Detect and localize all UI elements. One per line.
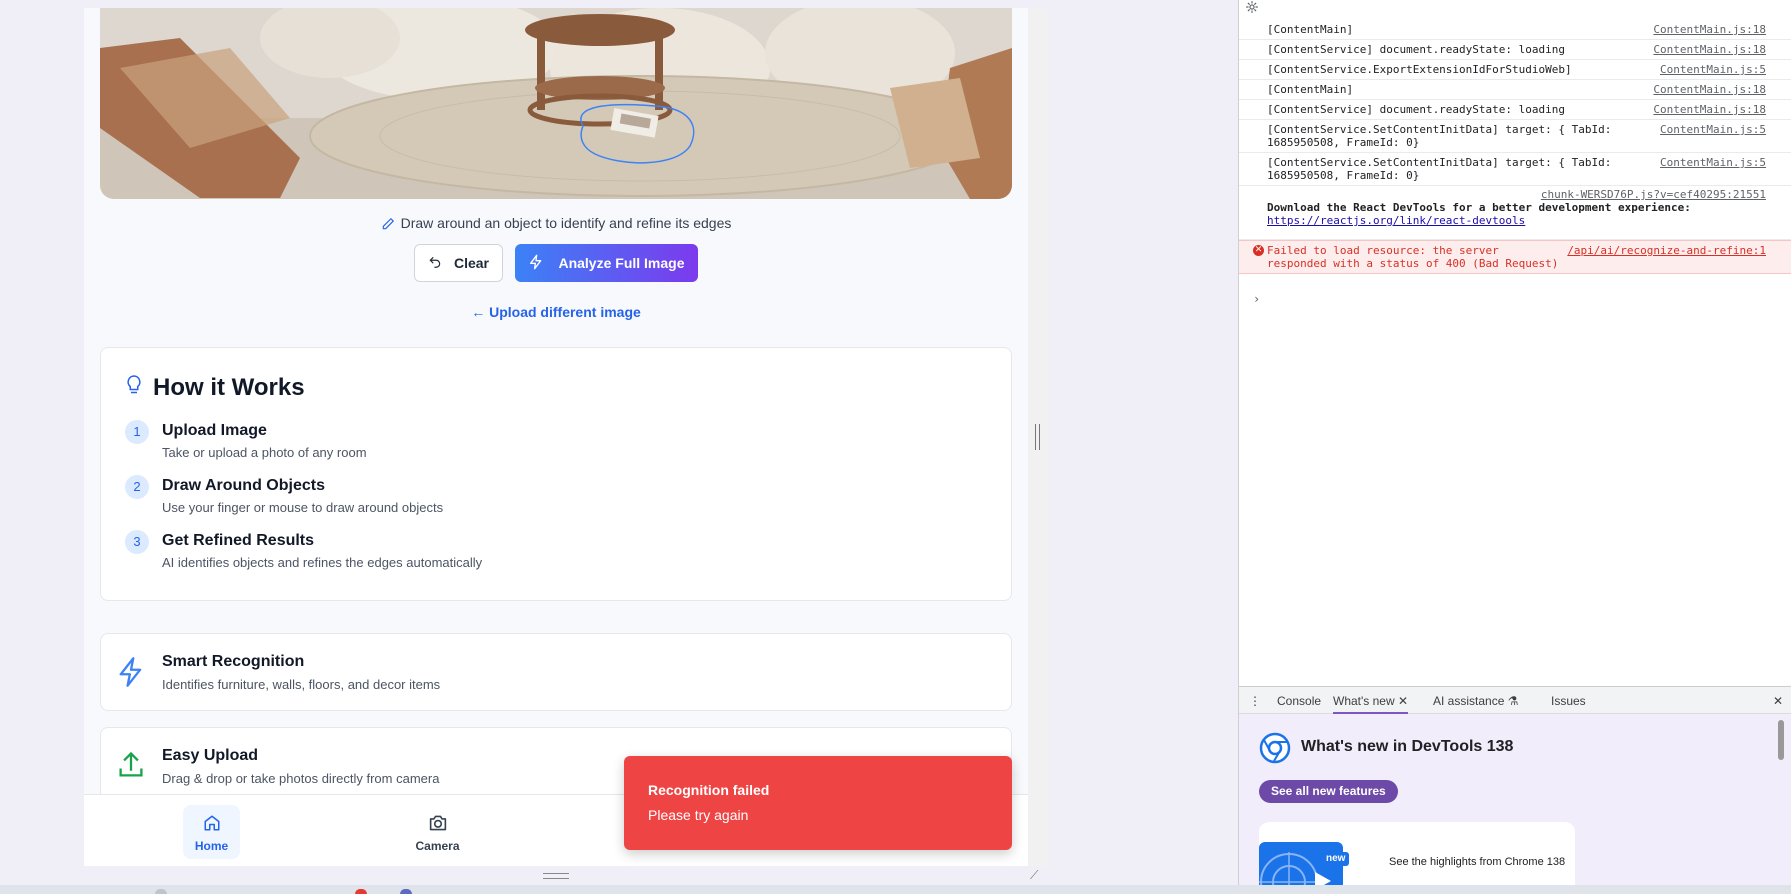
gear-icon[interactable]: [1245, 0, 1259, 19]
devtools-drawer-tabs: ⋮ Console What's new ✕ AI assistance ⚗ I…: [1239, 686, 1791, 714]
tab-whats-new-label: What's new: [1333, 694, 1395, 708]
console-log-entry: [ContentService.SetContentInitData] targ…: [1239, 120, 1791, 153]
whats-new-drawer: What's new in DevTools 138 See all new f…: [1239, 714, 1791, 885]
log-source-link[interactable]: ContentMain.js:5: [1660, 123, 1766, 136]
clear-button-label: Clear: [453, 255, 490, 271]
pencil-icon: [381, 217, 395, 234]
close-drawer-icon[interactable]: ✕: [1773, 694, 1783, 708]
feature-title: Smart Recognition: [162, 653, 305, 670]
console-log-entry: [ContentService.ExportExtensionIdForStud…: [1239, 60, 1791, 80]
step-title: Upload Image: [162, 422, 267, 439]
draw-hint-text: Draw around an object to identify and re…: [400, 215, 732, 231]
log-source-link[interactable]: ContentMain.js:5: [1660, 156, 1766, 169]
drawer-scrollbar[interactable]: [1778, 720, 1784, 760]
horizontal-resize-handle[interactable]: [543, 873, 569, 879]
step-number: 2: [125, 475, 149, 499]
log-message: Download the React DevTools for a better…: [1267, 201, 1691, 214]
step-title: Draw Around Objects: [162, 477, 325, 494]
nav-camera[interactable]: Camera: [409, 805, 466, 859]
flask-icon: ⚗: [1507, 694, 1519, 708]
react-devtools-link[interactable]: https://reactjs.org/link/react-devtools: [1267, 214, 1525, 227]
taskbar-icon[interactable]: [400, 889, 412, 894]
log-source-link[interactable]: ContentMain.js:18: [1653, 103, 1766, 116]
taskbar-icon[interactable]: [155, 889, 167, 894]
log-source-link[interactable]: chunk-WERSD76P.js?v=cef40295:21551: [1541, 188, 1766, 201]
undo-icon: [428, 255, 442, 272]
console-log-entry: [ContentMain] ContentMain.js:18: [1239, 20, 1791, 40]
upload-different-image-link[interactable]: ← Upload different image: [84, 304, 1028, 320]
error-icon: ✕: [1253, 245, 1264, 256]
step-description: Take or upload a photo of any room: [162, 445, 367, 460]
tab-ai-assistance-label: AI assistance: [1433, 694, 1505, 708]
draw-hint: Draw around an object to identify and re…: [84, 215, 1028, 234]
devtools-panel: [ContentMain] ContentMain.js:18 [Content…: [1238, 0, 1791, 885]
analyze-button-label: Analyze Full Image: [558, 255, 685, 271]
console-log-entry: [ContentService] document.readyState: lo…: [1239, 40, 1791, 60]
feature-description: Drag & drop or take photos directly from…: [162, 771, 440, 786]
lightning-icon: [528, 254, 544, 273]
taskbar-icon[interactable]: [355, 889, 367, 894]
step-number: 1: [125, 420, 149, 444]
how-it-works-title: How it Works: [153, 374, 305, 401]
console-output: [ContentMain] ContentMain.js:18 [Content…: [1239, 20, 1791, 686]
react-devtools-log: chunk-WERSD76P.js?v=cef40295:21551 Downl…: [1239, 186, 1791, 240]
more-tools-icon[interactable]: ⋮: [1249, 694, 1261, 708]
log-source-link[interactable]: ContentMain.js:18: [1653, 23, 1766, 36]
analyze-full-image-button[interactable]: Analyze Full Image: [515, 244, 698, 282]
upload-icon: [117, 750, 145, 785]
error-toast[interactable]: Recognition failed Please try again: [624, 756, 1012, 850]
app-viewport: Draw around an object to identify and re…: [84, 8, 1048, 866]
console-log-entry: [ContentService.SetContentInitData] targ…: [1239, 153, 1791, 186]
step-description: Use your finger or mouse to draw around …: [162, 500, 444, 515]
step-description: AI identifies objects and refines the ed…: [162, 555, 483, 570]
toast-title: Recognition failed: [648, 782, 770, 798]
taskbar-strip: [0, 885, 1791, 894]
tab-console[interactable]: Console: [1277, 694, 1321, 708]
close-icon[interactable]: ✕: [1398, 694, 1408, 708]
step-title: Get Refined Results: [162, 532, 315, 549]
vertical-resize-handle[interactable]: [1035, 424, 1040, 450]
resize-corner-icon[interactable]: ⟋: [1030, 868, 1038, 883]
console-error-entry: ✕ Failed to load resource: the server re…: [1239, 240, 1791, 274]
highlight-text: See the highlights from Chrome 138: [1389, 856, 1566, 868]
see-all-new-features-button[interactable]: See all new features: [1259, 780, 1398, 803]
console-prompt-icon[interactable]: ›: [1253, 292, 1260, 306]
feature-smart-recognition: Smart Recognition Identifies furniture, …: [100, 633, 1012, 711]
how-it-works-card: How it Works 1 Upload Image Take or uplo…: [100, 347, 1012, 601]
room-photo-scene: [100, 8, 1012, 199]
room-photo[interactable]: [100, 8, 1012, 199]
chrome-devtools-icon: [1259, 732, 1291, 769]
clear-button[interactable]: Clear: [414, 244, 503, 282]
step-number: 3: [125, 530, 149, 554]
tab-issues[interactable]: Issues: [1551, 694, 1586, 708]
feature-description: Identifies furniture, walls, floors, and…: [162, 677, 441, 692]
lightning-icon: [117, 656, 145, 693]
lightbulb-icon: [125, 374, 143, 401]
log-source-link[interactable]: ContentMain.js:5: [1660, 63, 1766, 76]
error-source-link[interactable]: /api/ai/recognize-and-refine:1: [1567, 244, 1766, 257]
tab-whats-new[interactable]: What's new ✕: [1333, 694, 1409, 714]
home-icon: [183, 814, 240, 835]
console-log-entry: [ContentMain] ContentMain.js:18: [1239, 80, 1791, 100]
nav-home[interactable]: Home: [183, 805, 240, 859]
console-log-entry: [ContentService] document.readyState: lo…: [1239, 100, 1791, 120]
toast-message: Please try again: [648, 807, 749, 823]
tab-ai-assistance[interactable]: AI assistance ⚗: [1433, 694, 1518, 708]
nav-camera-label: Camera: [415, 839, 460, 853]
feature-title: Easy Upload: [162, 747, 259, 764]
camera-icon: [409, 814, 466, 835]
nav-home-label: Home: [194, 839, 229, 853]
whats-new-title: What's new in DevTools 138: [1301, 738, 1514, 755]
log-source-link[interactable]: ContentMain.js:18: [1653, 43, 1766, 56]
log-source-link[interactable]: ContentMain.js:18: [1653, 83, 1766, 96]
new-badge: new: [1322, 852, 1350, 866]
